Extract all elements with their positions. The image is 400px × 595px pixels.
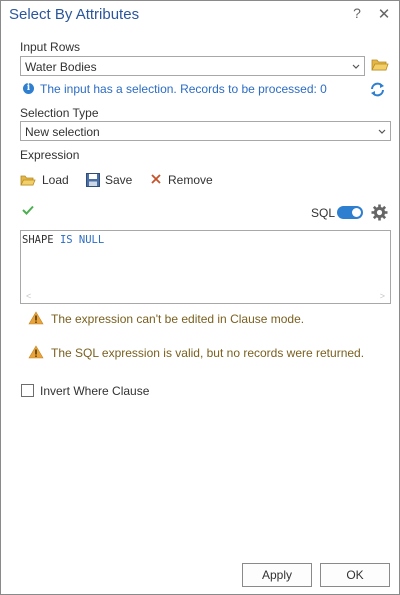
- sql-field: SHAPE: [22, 234, 54, 246]
- selection-type-label: Selection Type: [20, 106, 99, 120]
- select-by-attributes-dialog: Select By Attributes ? ✕ Input Rows Wate…: [0, 0, 400, 595]
- warning-icon: [28, 345, 44, 359]
- open-folder-icon: [20, 175, 36, 186]
- invert-where-clause-label[interactable]: Invert Where Clause: [40, 384, 149, 398]
- selection-type-value: New selection: [25, 125, 100, 139]
- load-button[interactable]: Load: [20, 172, 70, 188]
- checkmark-icon: [22, 205, 34, 215]
- refresh-icon[interactable]: [369, 81, 386, 98]
- remove-x-icon: [151, 174, 161, 184]
- expression-label: Expression: [20, 148, 80, 162]
- close-button[interactable]: ✕: [377, 5, 391, 23]
- sql-code: SHAPE IS NULL: [22, 234, 104, 246]
- ok-button[interactable]: OK: [320, 563, 390, 587]
- save-disk-icon: [86, 173, 100, 187]
- apply-button[interactable]: Apply: [242, 563, 312, 587]
- input-rows-dropdown[interactable]: Water Bodies: [20, 56, 365, 76]
- sql-expression-editor[interactable]: SHAPE IS NULL < >: [20, 230, 391, 304]
- clause-mode-warning: The expression can't be edited in Clause…: [51, 312, 305, 326]
- save-button[interactable]: Save: [85, 172, 135, 188]
- toggle-knob: [352, 208, 361, 217]
- browse-folder-icon[interactable]: [371, 57, 389, 73]
- sql-toggle[interactable]: [337, 206, 363, 219]
- invert-where-clause-checkbox[interactable]: [21, 384, 34, 397]
- title-bar: Select By Attributes ? ✕: [1, 1, 399, 29]
- input-rows-label: Input Rows: [20, 40, 81, 54]
- load-label: Load: [42, 173, 69, 187]
- scroll-left-arrow-icon[interactable]: <: [26, 291, 31, 301]
- warning-icon: [28, 311, 44, 325]
- input-rows-value: Water Bodies: [25, 60, 97, 74]
- save-label: Save: [105, 173, 133, 187]
- selection-type-dropdown[interactable]: New selection: [20, 121, 391, 141]
- chevron-down-icon: [352, 64, 360, 69]
- horizontal-scrollbar[interactable]: < >: [21, 289, 390, 303]
- no-records-warning: The SQL expression is valid, but no reco…: [51, 346, 365, 360]
- chevron-down-icon: [378, 129, 386, 134]
- selection-info-message: The input has a selection. Records to be…: [40, 82, 327, 96]
- scroll-right-arrow-icon[interactable]: >: [380, 291, 385, 301]
- dialog-title: Select By Attributes: [9, 6, 140, 23]
- remove-button[interactable]: Remove: [149, 172, 219, 188]
- help-button[interactable]: ?: [350, 5, 364, 23]
- gear-icon[interactable]: [371, 204, 388, 221]
- remove-label: Remove: [168, 173, 213, 187]
- sql-operator: IS NULL: [59, 234, 105, 246]
- sql-toggle-label: SQL: [311, 206, 336, 220]
- info-icon: i: [23, 83, 34, 94]
